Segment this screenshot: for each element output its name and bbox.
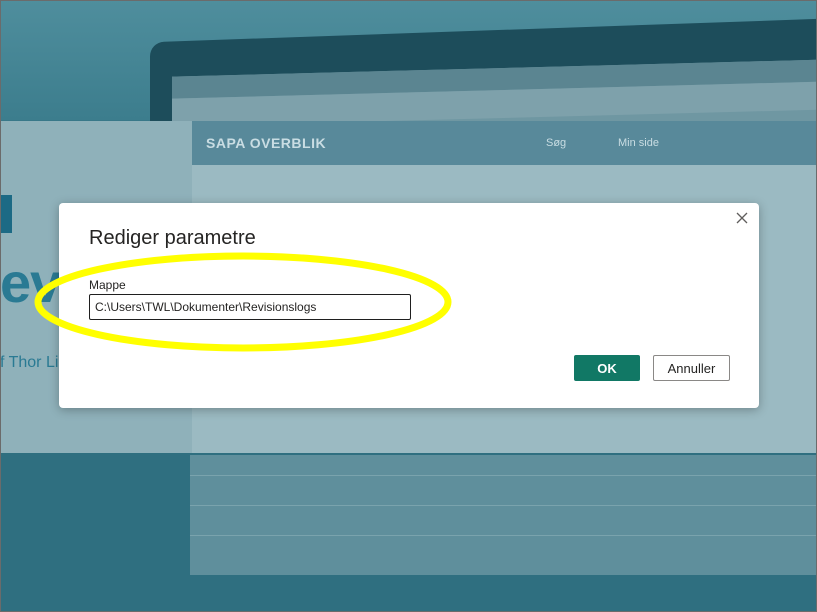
- cancel-button[interactable]: Annuller: [653, 355, 730, 381]
- background-app-title: SAPA OVERBLIK: [206, 135, 327, 151]
- background-brand-mark: [0, 195, 12, 233]
- background-table-line: [190, 505, 817, 506]
- close-button[interactable]: [733, 209, 751, 227]
- edit-parameters-dialog: Rediger parametre Mappe OK Annuller: [59, 203, 759, 408]
- background-subtitle: f Thor Li: [0, 354, 59, 371]
- background-table-line: [190, 475, 817, 476]
- background-table: [190, 455, 817, 575]
- ok-button[interactable]: OK: [574, 355, 640, 381]
- background-nav-mypage: Min side: [618, 137, 659, 149]
- background-nav-search: Søg: [546, 137, 567, 149]
- close-icon: [736, 212, 748, 224]
- dialog-title: Rediger parametre: [89, 227, 256, 249]
- folder-path-input[interactable]: [89, 294, 411, 320]
- folder-field-label: Mappe: [89, 278, 126, 292]
- background-table-line: [190, 535, 817, 536]
